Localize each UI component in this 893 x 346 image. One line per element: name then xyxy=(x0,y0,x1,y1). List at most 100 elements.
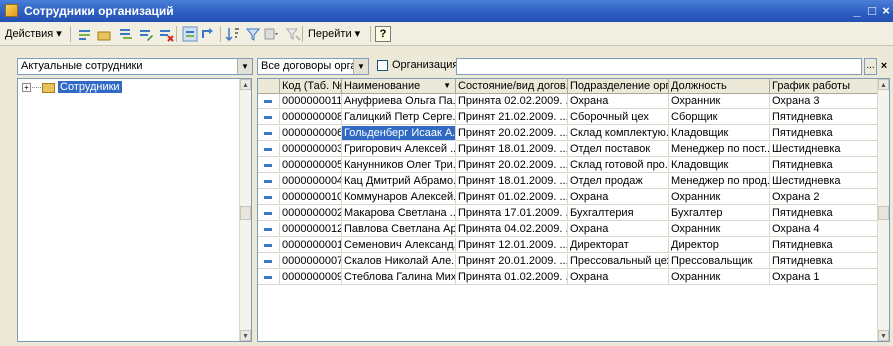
table-cell[interactable]: Сборщик xyxy=(669,110,770,125)
table-cell[interactable]: Скалов Николай Але... xyxy=(342,254,456,269)
table-cell[interactable]: Григорович Алексей ... xyxy=(342,142,456,157)
table-cell[interactable]: Пятидневка xyxy=(770,206,878,221)
column-header-code[interactable]: Код (Таб. №) xyxy=(280,79,342,94)
expand-icon[interactable]: + xyxy=(22,83,31,92)
table-cell[interactable]: Принята 01.02.2009. ... xyxy=(456,270,568,285)
table-row[interactable]: 0000000007 Скалов Николай Але... Принят 20… xyxy=(258,254,878,269)
column-header-department[interactable]: Подразделение орг... xyxy=(568,79,669,94)
table-cell[interactable]: Охрана 4 xyxy=(770,222,878,237)
table-cell[interactable]: Ануфриева Ольга Па... xyxy=(342,94,456,109)
organization-select-button[interactable]: ... xyxy=(864,58,877,75)
table-cell[interactable]: Отдел продаж xyxy=(568,174,669,189)
hierarchy-icon[interactable] xyxy=(182,26,198,42)
scroll-up-icon[interactable]: ▲ xyxy=(240,79,251,90)
table-cell[interactable]: Принят 21.02.2009. ... xyxy=(456,110,568,125)
copy-icon[interactable] xyxy=(118,26,134,42)
table-cell[interactable]: Кац Дмитрий Абрамо... xyxy=(342,174,456,189)
table-cell[interactable]: 0000000010 xyxy=(280,190,342,205)
table-cell[interactable]: Коммунаров Алексей... xyxy=(342,190,456,205)
sort-icon[interactable] xyxy=(225,26,241,42)
chevron-down-icon[interactable]: ▼ xyxy=(353,59,368,74)
table-cell[interactable]: Шестидневка xyxy=(770,142,878,157)
table-cell[interactable]: Директор xyxy=(669,238,770,253)
table-cell[interactable]: Пятидневка xyxy=(770,110,878,125)
table-cell[interactable]: Принят 18.01.2009. ... xyxy=(456,174,568,189)
table-row[interactable]: 0000000009 Стеблова Галина Мих... Принята … xyxy=(258,270,878,285)
maximize-button[interactable]: □ xyxy=(865,3,879,19)
close-button[interactable]: × xyxy=(879,3,893,19)
delete-icon[interactable] xyxy=(158,26,174,42)
table-cell[interactable]: Склад комплектую... xyxy=(568,126,669,141)
column-header-name[interactable]: Наименование ▼ xyxy=(342,79,456,94)
table-cell[interactable]: Принята 02.02.2009. ... xyxy=(456,94,568,109)
table-row[interactable]: 0000000002 Макарова Светлана ... Принята 1… xyxy=(258,206,878,221)
table-cell[interactable]: 0000000012 xyxy=(280,222,342,237)
table-cell[interactable]: Менеджер по пост... xyxy=(669,142,770,157)
table-cell[interactable]: Охрана 1 xyxy=(770,270,878,285)
help-button[interactable]: ? xyxy=(375,26,391,42)
scroll-down-icon[interactable]: ▼ xyxy=(240,330,251,341)
table-cell[interactable]: Принят 18.01.2009. ... xyxy=(456,142,568,157)
table-cell[interactable]: Прессовальный цех xyxy=(568,254,669,269)
table-cell[interactable]: Менеджер по прод... xyxy=(669,174,770,189)
table-cell[interactable]: Шестидневка xyxy=(770,174,878,189)
table-row[interactable]: 0000000010 Коммунаров Алексей... Принят 01… xyxy=(258,190,878,205)
minimize-button[interactable]: _ xyxy=(850,3,864,19)
table-scrollbar[interactable]: ▲ ▼ xyxy=(877,79,889,341)
actions-menu[interactable]: Действия ▾ xyxy=(5,25,62,43)
table-cell[interactable]: Прессовальщик xyxy=(669,254,770,269)
groups-tree[interactable]: + Сотрудники ▲ ▼ xyxy=(17,78,252,342)
column-header-position[interactable]: Должность xyxy=(669,79,770,94)
table-cell[interactable]: Пятидневка xyxy=(770,158,878,173)
table-cell[interactable]: Охрана xyxy=(568,94,669,109)
table-cell[interactable]: Принят 01.02.2009. ... xyxy=(456,190,568,205)
table-cell[interactable]: 0000000009 xyxy=(280,270,342,285)
table-cell[interactable]: Охрана 2 xyxy=(770,190,878,205)
table-cell[interactable]: Принят 12.01.2009. ... xyxy=(456,238,568,253)
column-header-status[interactable]: Состояние/вид догов... xyxy=(456,79,568,94)
add-group-icon[interactable] xyxy=(96,26,112,42)
table-row[interactable]: 0000000011 Ануфриева Ольга Па... Принята 0… xyxy=(258,94,878,109)
table-cell[interactable]: Принята 17.01.2009. ... xyxy=(456,206,568,221)
table-cell[interactable]: 0000000001 xyxy=(280,238,342,253)
table-cell[interactable]: Склад готовой про... xyxy=(568,158,669,173)
table-cell[interactable]: Бухгалтер xyxy=(669,206,770,221)
table-row[interactable]: 0000000012 Павлова Светлана Ар... Принята … xyxy=(258,222,878,237)
table-cell[interactable]: Семенович Александ... xyxy=(342,238,456,253)
table-row[interactable]: 0000000008 Галицкий Петр Серге... Принят 2… xyxy=(258,110,878,125)
filter-settings-icon[interactable] xyxy=(263,26,279,42)
table-row[interactable]: 0000000006 Гольденберг Исаак А... Принят 2… xyxy=(258,126,878,141)
table-row[interactable]: 0000000003 Григорович Алексей ... Принят 1… xyxy=(258,142,878,157)
chevron-down-icon[interactable]: ▼ xyxy=(237,59,252,74)
table-cell[interactable]: Охрана 3 xyxy=(770,94,878,109)
table-cell[interactable]: Отдел поставок xyxy=(568,142,669,157)
table-row[interactable]: 0000000001 Семенович Александ... Принят 12… xyxy=(258,238,878,253)
table-cell[interactable]: Охранник xyxy=(669,222,770,237)
goto-menu[interactable]: Перейти ▾ xyxy=(308,25,360,43)
table-cell[interactable]: Бухгалтерия xyxy=(568,206,669,221)
scroll-thumb[interactable] xyxy=(878,206,889,220)
table-row[interactable]: 0000000004 Кац Дмитрий Абрамо... Принят 18… xyxy=(258,174,878,189)
table-cell[interactable]: 0000000006 xyxy=(280,126,342,141)
table-cell[interactable]: Охранник xyxy=(669,190,770,205)
table-cell[interactable]: Директорат xyxy=(568,238,669,253)
table-cell[interactable]: Принята 04.02.2009. ... xyxy=(456,222,568,237)
employees-table[interactable]: Код (Таб. №) Наименование ▼ Состояние/ви… xyxy=(257,78,890,342)
table-cell[interactable]: Принят 20.02.2009. ... xyxy=(456,126,568,141)
table-cell[interactable]: Принят 20.02.2009. ... xyxy=(456,158,568,173)
table-cell[interactable]: 0000000002 xyxy=(280,206,342,221)
table-cell[interactable]: Кладовщик xyxy=(669,126,770,141)
table-cell[interactable]: Канунников Олег Три... xyxy=(342,158,456,173)
organization-input[interactable] xyxy=(456,58,862,75)
table-cell[interactable]: Галицкий Петр Серге... xyxy=(342,110,456,125)
scroll-up-icon[interactable]: ▲ xyxy=(878,79,889,90)
table-cell[interactable]: Охрана xyxy=(568,190,669,205)
table-cell[interactable]: Павлова Светлана Ар... xyxy=(342,222,456,237)
move-to-group-icon[interactable] xyxy=(200,26,216,42)
table-cell[interactable]: 0000000008 xyxy=(280,110,342,125)
table-cell[interactable]: Охранник xyxy=(669,94,770,109)
table-cell[interactable]: 0000000003 xyxy=(280,142,342,157)
table-cell[interactable]: Гольденберг Исаак А... xyxy=(342,126,456,141)
table-cell[interactable]: Охрана xyxy=(568,222,669,237)
filter-icon[interactable] xyxy=(245,26,261,42)
